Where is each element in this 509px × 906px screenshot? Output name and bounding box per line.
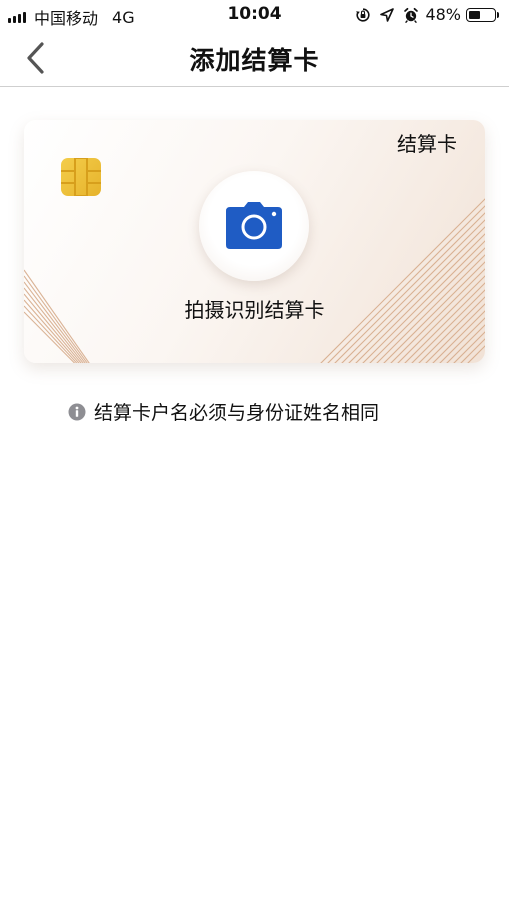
- status-right: 48%: [347, 5, 499, 24]
- battery-fill: [469, 10, 480, 19]
- battery-tip: [497, 11, 499, 18]
- notice-text: 结算卡户名必须与身份证姓名相同: [94, 402, 380, 424]
- battery-icon: [466, 7, 496, 22]
- notice: 结算卡户名必须与身份证姓名相同: [68, 398, 379, 425]
- scan-card-label[interactable]: 拍摄识别结算卡: [24, 294, 485, 323]
- status-bar: 中国移动 4G 10:04 48%: [0, 0, 509, 30]
- info-icon: [68, 403, 86, 420]
- camera-button[interactable]: [199, 171, 309, 281]
- location-icon: [380, 7, 395, 22]
- nav-bar: 添加结算卡: [0, 30, 509, 87]
- orientation-lock-icon: [356, 7, 371, 22]
- alarm-icon: [404, 7, 419, 23]
- settlement-card[interactable]: 结算卡 拍摄识别结算卡: [24, 120, 485, 363]
- chip-icon: [61, 158, 101, 196]
- camera-icon: [226, 202, 282, 249]
- battery-percent: 48%: [425, 5, 461, 24]
- page-title: 添加结算卡: [189, 46, 320, 75]
- card-label: 结算卡: [397, 132, 457, 156]
